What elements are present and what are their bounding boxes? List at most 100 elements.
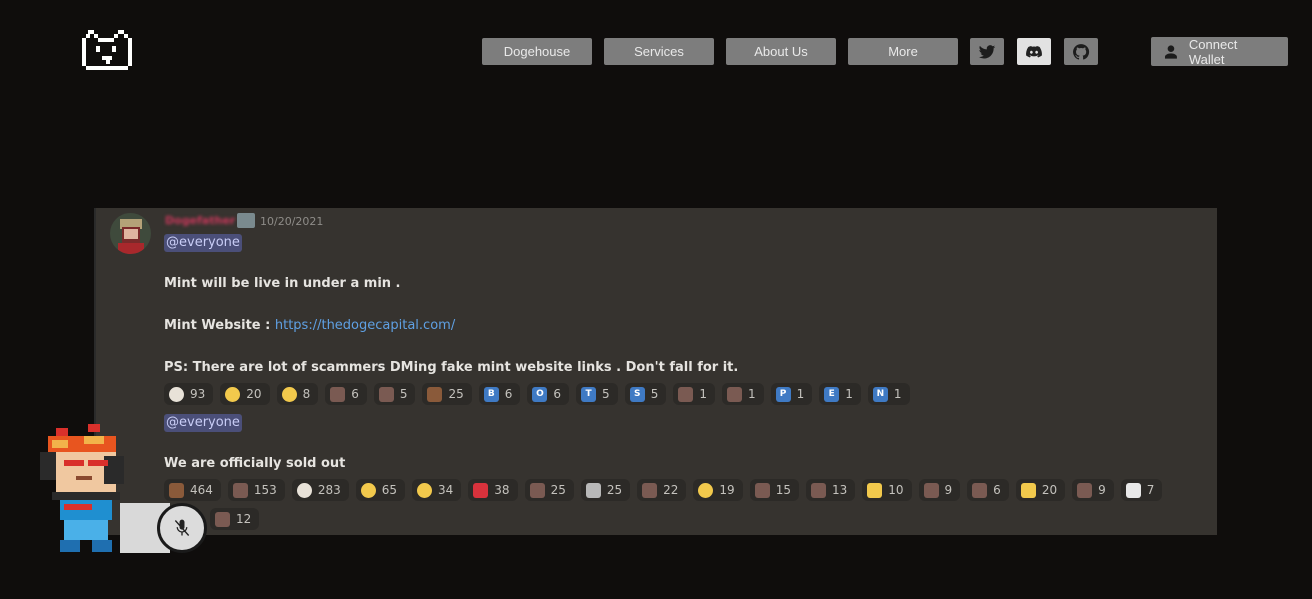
- reaction-letter-n[interactable]: N1: [867, 383, 910, 405]
- reaction-custom-emoji[interactable]: 5: [373, 383, 416, 405]
- reaction-count: 7: [1146, 483, 1155, 497]
- reaction-custom-emoji[interactable]: 1: [673, 383, 715, 405]
- custom-emoji-icon: [726, 386, 742, 402]
- letter-t-icon: T: [581, 386, 597, 402]
- custom-emoji-icon: [810, 482, 826, 498]
- reaction-count: 25: [550, 483, 566, 497]
- middle-finger-icon: [1020, 482, 1036, 498]
- letter-e-icon: E: [824, 386, 840, 402]
- reaction-letter-s[interactable]: S5: [624, 383, 667, 405]
- reaction-count: 13: [831, 483, 848, 497]
- connect-wallet-button[interactable]: Connect Wallet: [1151, 37, 1288, 67]
- custom-emoji-icon: [972, 482, 988, 498]
- discord-icon: [1026, 45, 1042, 57]
- reaction-letter-p[interactable]: P1: [770, 383, 813, 405]
- reaction-slightly-smiling[interactable]: 19: [693, 479, 743, 501]
- reaction-count: 6: [351, 387, 359, 401]
- custom-emoji-icon: [529, 482, 545, 498]
- clown-face-icon: [169, 386, 184, 402]
- user-avatar: [110, 213, 151, 254]
- reaction-count: 153: [253, 483, 277, 497]
- reaction-custom-emoji[interactable]: 9: [1072, 479, 1114, 501]
- custom-emoji-icon: [678, 386, 694, 402]
- reaction-clown-face[interactable]: 283: [291, 479, 349, 501]
- everyone-mention[interactable]: @everyone: [164, 234, 242, 252]
- reaction-count: 34: [438, 483, 454, 497]
- reaction-knife[interactable]: 25: [580, 479, 631, 501]
- reaction-count: 5: [650, 387, 659, 401]
- grimacing-face-icon: [225, 386, 241, 402]
- reaction-count: 1: [845, 387, 853, 401]
- nav-more-button[interactable]: More: [848, 38, 958, 65]
- reaction-red-heart[interactable]: 38: [468, 479, 518, 501]
- nav-services-button[interactable]: Services: [604, 38, 714, 65]
- slightly-smiling-icon: [698, 482, 714, 498]
- reaction-count: 19: [719, 483, 735, 497]
- reaction-count: 464: [190, 483, 213, 497]
- reaction-count: 1: [893, 387, 902, 401]
- reaction-smiling-face[interactable]: 34: [412, 479, 462, 501]
- custom-emoji-icon: [232, 482, 248, 498]
- reaction-row: 12: [210, 508, 260, 530]
- reaction-count: 25: [448, 387, 464, 401]
- reaction-letter-t[interactable]: T5: [576, 383, 618, 405]
- reaction-grimacing-face[interactable]: 20: [220, 383, 270, 405]
- website-link[interactable]: https://thedogecapital.com/: [275, 318, 455, 333]
- reaction-custom-emoji[interactable]: 22: [637, 479, 687, 501]
- reaction-count: 38: [494, 483, 510, 497]
- everyone-mention[interactable]: @everyone: [164, 414, 242, 432]
- reaction-tired-face[interactable]: 8: [276, 383, 319, 405]
- reaction-count: 6: [504, 387, 513, 401]
- reaction-custom-emoji[interactable]: 153: [227, 479, 285, 501]
- reaction-custom-emoji[interactable]: 13: [805, 479, 856, 501]
- reaction-letter-o[interactable]: O6: [527, 383, 570, 405]
- reaction-count: 5: [602, 387, 610, 401]
- reaction-letter-b[interactable]: B6: [478, 383, 521, 405]
- discord-announcement-card: Dogefather 10/20/2021 @everyone Mint wil…: [94, 208, 1217, 535]
- github-button[interactable]: [1064, 38, 1098, 65]
- mute-button[interactable]: [157, 503, 207, 553]
- reaction-count: 9: [1098, 483, 1106, 497]
- reaction-count: 6: [553, 387, 562, 401]
- reaction-pile-of-poo[interactable]: 464: [164, 479, 221, 501]
- reaction-clown-face[interactable]: 93: [164, 383, 214, 405]
- reaction-raising-hands[interactable]: 10: [862, 479, 912, 501]
- reaction-count: 283: [317, 483, 341, 497]
- doge-logo-icon[interactable]: [82, 30, 136, 74]
- reaction-count: 15: [775, 483, 791, 497]
- pile-of-poo-icon: [169, 482, 184, 498]
- reaction-middle-finger[interactable]: 20: [1015, 479, 1066, 501]
- reaction-chart-increasing[interactable]: 7: [1120, 479, 1163, 501]
- sold-out-line: We are officially sold out: [164, 456, 346, 471]
- reaction-custom-emoji[interactable]: 6: [325, 383, 367, 405]
- reaction-pile-of-poo[interactable]: 25: [422, 383, 472, 405]
- letter-s-icon: S: [629, 386, 645, 402]
- reaction-custom-emoji[interactable]: 6: [967, 479, 1009, 501]
- nav-dogehouse-button[interactable]: Dogehouse: [482, 38, 592, 65]
- reaction-custom-emoji[interactable]: 12: [210, 508, 260, 530]
- knife-icon: [585, 482, 601, 498]
- reaction-rolling-laughing[interactable]: 65: [355, 479, 405, 501]
- reaction-count: 9: [944, 483, 953, 497]
- reaction-custom-emoji[interactable]: 25: [524, 479, 574, 501]
- reaction-custom-emoji[interactable]: 15: [749, 479, 799, 501]
- reaction-letter-e[interactable]: E1: [819, 383, 861, 405]
- nav-about-button[interactable]: About Us: [726, 38, 836, 65]
- reaction-count: 65: [381, 483, 397, 497]
- message-line: Mint will be live in under a min .: [164, 276, 401, 291]
- tired-face-icon: [281, 386, 297, 402]
- reaction-custom-emoji[interactable]: 1: [721, 383, 764, 405]
- reaction-count: 25: [606, 483, 623, 497]
- pixel-character-icon[interactable]: [36, 420, 134, 554]
- discord-button[interactable]: [1017, 38, 1051, 65]
- red-heart-icon: [473, 482, 489, 498]
- message-username[interactable]: Dogefather: [165, 214, 235, 227]
- twitter-button[interactable]: [970, 38, 1004, 65]
- custom-emoji-icon: [754, 482, 770, 498]
- user-icon: [1164, 44, 1177, 59]
- custom-emoji-icon: [215, 511, 230, 527]
- reaction-custom-emoji[interactable]: 9: [918, 479, 961, 501]
- smiling-face-icon: [417, 482, 432, 498]
- letter-o-icon: O: [532, 386, 548, 402]
- letter-b-icon: B: [483, 386, 499, 402]
